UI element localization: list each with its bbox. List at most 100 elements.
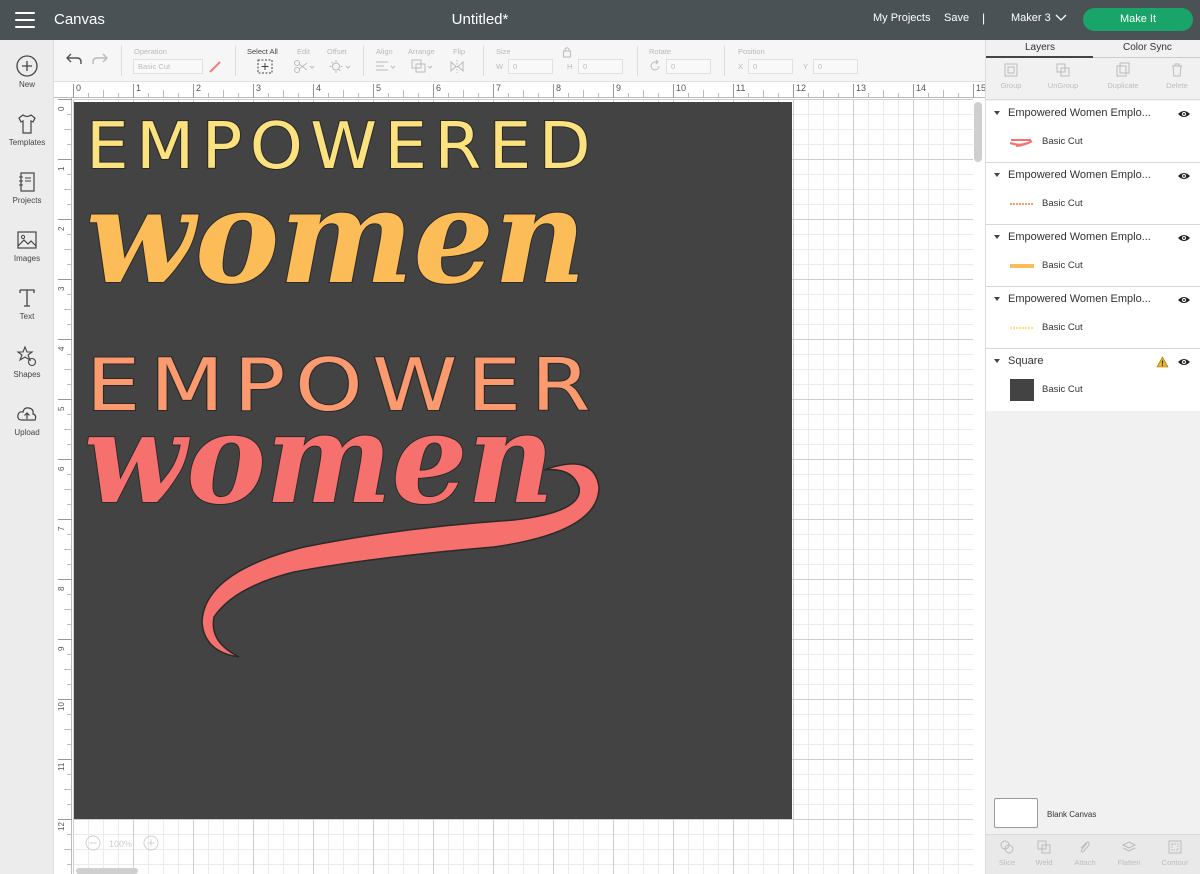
eye-icon[interactable] [1177, 357, 1191, 367]
contour-button[interactable]: Contour [1154, 839, 1196, 867]
ruler-tick [58, 219, 72, 220]
ruler-minor-tick [103, 90, 104, 98]
ruler-tick [913, 84, 914, 98]
blank-canvas-swatch[interactable] [994, 798, 1038, 828]
machine-selector[interactable]: Maker 3 [1011, 12, 1051, 24]
sidebar-item-new[interactable]: New [0, 54, 54, 89]
pen-color-icon[interactable] [208, 60, 222, 74]
ruler-label: 7 [496, 83, 502, 93]
layer-group[interactable]: Empowered Women Emplo... Basic Cut [986, 101, 1200, 163]
save-link[interactable]: Save [944, 12, 969, 24]
height-field[interactable]: 0 [578, 59, 623, 74]
ruler-minor-tick [64, 489, 72, 490]
ruler-minor-tick [223, 90, 224, 98]
square-shape[interactable]: EMPOWERED women EMPOWER women [74, 102, 792, 819]
ruler-minor-tick [808, 93, 809, 98]
sidebar-item-projects[interactable]: Projects [0, 170, 54, 205]
vertical-scrollbar[interactable] [974, 102, 982, 162]
chevron-down-icon[interactable] [1054, 12, 1068, 24]
y-position-field[interactable]: 0 [813, 59, 858, 74]
sidebar-item-upload[interactable]: Upload [0, 402, 54, 437]
undo-icon[interactable] [65, 52, 83, 66]
artwork-text-women-2[interactable]: women [83, 385, 555, 533]
caret-down-icon[interactable] [994, 235, 1000, 239]
hamburger-menu-icon[interactable] [15, 12, 35, 28]
slice-button[interactable]: Slice [986, 839, 1028, 867]
rotate-field[interactable]: 0 [666, 59, 711, 74]
slice-label: Slice [998, 858, 1016, 867]
delete-button[interactable]: Delete [1152, 62, 1200, 90]
attach-button[interactable]: Attach [1064, 839, 1106, 867]
ruler-tick [253, 84, 254, 98]
edit-label: Edit [297, 47, 310, 56]
layer-group[interactable]: Empowered Women Emplo... Basic Cut [986, 287, 1200, 349]
x-position-field[interactable]: 0 [748, 59, 793, 74]
eye-icon[interactable] [1177, 295, 1191, 305]
layer-group[interactable]: Empowered Women Emplo... Basic Cut [986, 163, 1200, 225]
redo-icon[interactable] [91, 52, 109, 66]
sidebar-item-images[interactable]: Images [0, 228, 54, 263]
scissors-icon[interactable] [293, 59, 315, 74]
caret-down-icon[interactable] [994, 359, 1000, 363]
ungroup-button[interactable]: UnGroup [1038, 62, 1088, 90]
select-all-label: Select All [247, 47, 278, 56]
ungroup-label: UnGroup [1047, 81, 1079, 90]
group-button[interactable]: Group [986, 62, 1036, 90]
rotate-icon[interactable] [648, 59, 662, 73]
zoom-control: 100% [84, 834, 174, 857]
artwork-text-women-1[interactable]: women [85, 159, 587, 314]
ruler-minor-tick [943, 90, 944, 98]
flatten-button[interactable]: Flatten [1108, 839, 1150, 867]
ruler-tick [853, 84, 854, 98]
duplicate-button[interactable]: Duplicate [1098, 62, 1148, 90]
document-title[interactable]: Untitled* [420, 11, 540, 28]
ruler-minor-tick [163, 90, 164, 98]
tab-layers[interactable]: Layers [1025, 42, 1055, 53]
app-title: Canvas [54, 11, 105, 28]
ruler-minor-tick [448, 93, 449, 98]
text-t-icon [19, 289, 35, 307]
sidebar-item-shapes[interactable]: Shapes [0, 344, 54, 379]
weld-button[interactable]: Weld [1023, 839, 1065, 867]
eye-icon[interactable] [1177, 233, 1191, 243]
width-field[interactable]: 0 [508, 59, 553, 74]
ruler-label: 6 [57, 466, 66, 471]
layer-thumbnail [1009, 139, 1033, 147]
design-canvas[interactable]: 0 1 2 3 4 5 6 7 8 9 10 11 12 13 14 15 0 1 2 3 4 5 6 7 8 9 10 11 12 … [54, 82, 985, 874]
operation-select[interactable]: Basic Cut [133, 59, 203, 74]
layer-group[interactable]: Empowered Women Emplo... Basic Cut [986, 225, 1200, 287]
flip-icon[interactable] [449, 59, 473, 74]
sidebar-item-text[interactable]: Text [0, 286, 54, 321]
zoom-in-icon[interactable] [143, 835, 159, 851]
ruler-minor-tick [208, 93, 209, 98]
ruler-minor-tick [403, 90, 404, 98]
ruler-tick [58, 399, 72, 400]
caret-down-icon[interactable] [994, 297, 1000, 301]
select-all-icon[interactable] [257, 59, 273, 74]
offset-icon[interactable] [328, 59, 352, 74]
arrange-icon[interactable] [411, 59, 435, 74]
lock-icon[interactable] [562, 46, 572, 58]
horizontal-scrollbar[interactable] [76, 868, 138, 874]
caret-down-icon[interactable] [994, 111, 1000, 115]
ruler-label: 1 [136, 83, 142, 93]
my-projects-link[interactable]: My Projects [873, 12, 930, 24]
warning-icon[interactable] [1156, 356, 1169, 368]
layer-title: Square [1008, 355, 1044, 367]
eye-icon[interactable] [1177, 109, 1191, 119]
layer-group-square[interactable]: Square Basic Cut [986, 349, 1200, 411]
zoom-out-icon[interactable] [85, 835, 101, 851]
sidebar-item-templates[interactable]: Templates [0, 112, 54, 147]
ruler-tick [793, 84, 794, 98]
attach-label: Attach [1074, 858, 1096, 867]
ruler-label: 15 [976, 83, 985, 93]
ruler-tick [673, 84, 674, 98]
tab-color-sync[interactable]: Color Sync [1123, 42, 1172, 53]
eye-icon[interactable] [1177, 171, 1191, 181]
layer-thumbnail [1010, 327, 1034, 329]
ruler-minor-tick [688, 93, 689, 98]
caret-down-icon[interactable] [994, 173, 1000, 177]
ruler-tick [493, 84, 494, 98]
make-it-button[interactable]: Make It [1083, 8, 1193, 31]
align-icon[interactable] [374, 59, 398, 74]
